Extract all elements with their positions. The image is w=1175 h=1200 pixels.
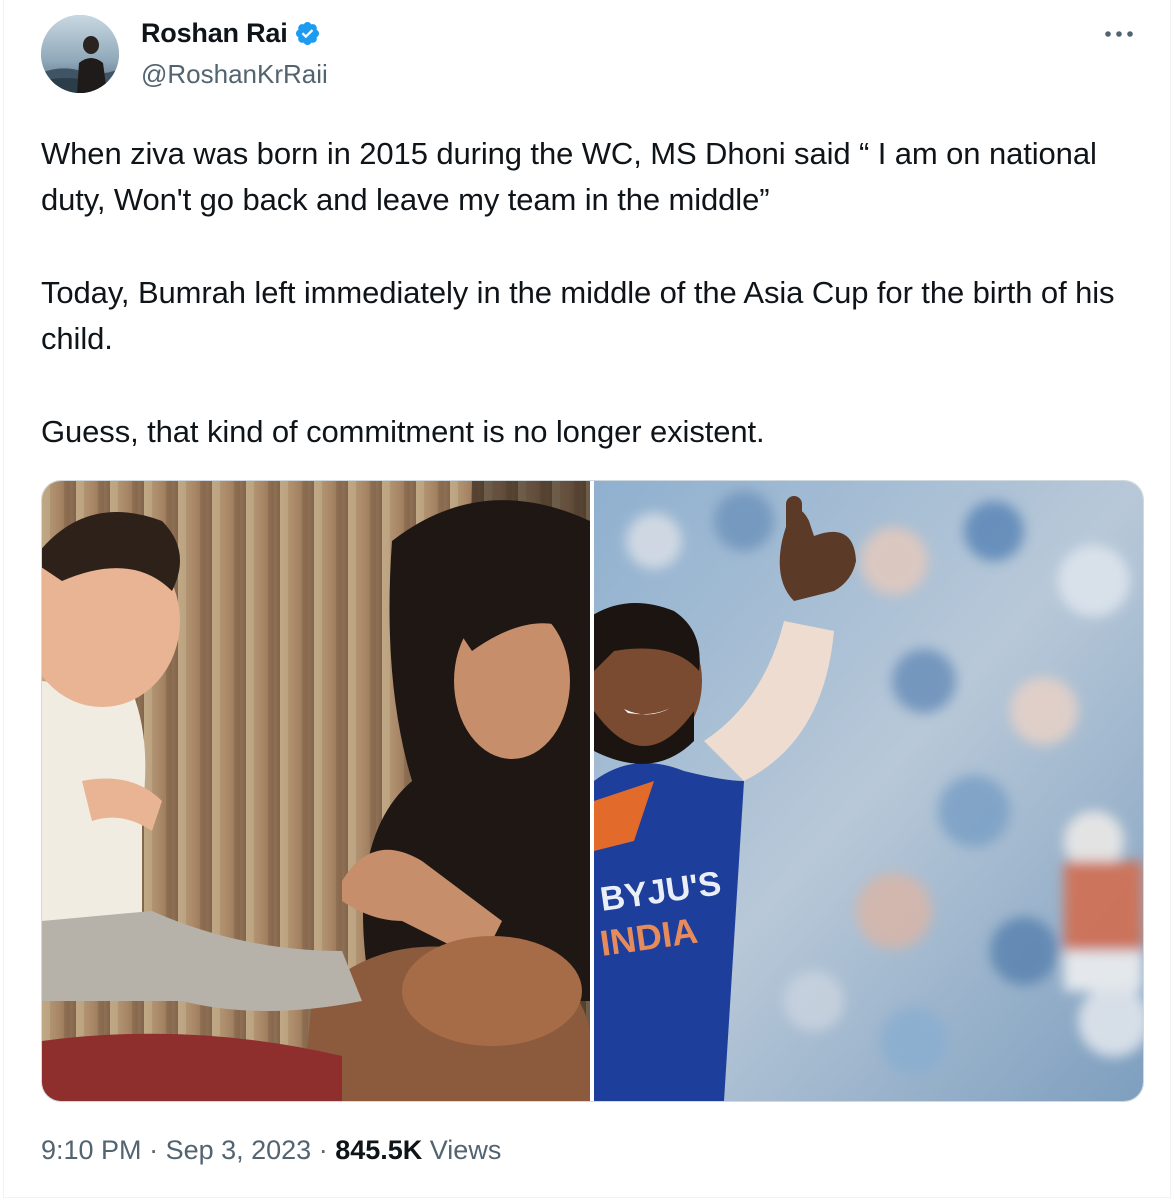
cricketer-thumbs-up-photo[interactable]: BYJU'S INDIA — [594, 481, 1143, 1101]
tweet-card: Roshan Rai @RoshanKrRaii When ziva was b… — [3, 0, 1171, 1198]
more-options-button[interactable] — [1101, 20, 1137, 48]
baby-and-parents-photo[interactable] — [42, 481, 590, 1101]
tweet-paragraph: Today, Bumrah left immediately in the mi… — [41, 275, 1115, 356]
meta-separator: · — [141, 1135, 166, 1165]
author-name-row: Roshan Rai — [141, 18, 321, 49]
tweet-text: When ziva was born in 2015 during the WC… — [41, 131, 1131, 455]
views-label: Views — [422, 1135, 502, 1165]
author-avatar[interactable] — [41, 15, 119, 93]
author-handle[interactable]: @RoshanKrRaii — [141, 59, 328, 90]
meta-separator: · — [311, 1135, 336, 1165]
tweet-meta: 9:10 PM · Sep 3, 2023 · 845.5K Views — [41, 1135, 501, 1166]
tweet-paragraph: When ziva was born in 2015 during the WC… — [41, 136, 1097, 217]
verified-badge-icon[interactable] — [294, 20, 321, 47]
views-count[interactable]: 845.5K — [335, 1135, 422, 1166]
tweet-date[interactable]: Sep 3, 2023 — [166, 1135, 312, 1166]
avatar-image — [41, 15, 119, 93]
more-horizontal-icon — [1105, 31, 1133, 37]
tweet-media: BYJU'S INDIA — [41, 480, 1144, 1102]
author-display-name[interactable]: Roshan Rai — [141, 18, 288, 49]
tweet-paragraph: Guess, that kind of commitment is no lon… — [41, 414, 765, 449]
tweet-time[interactable]: 9:10 PM — [41, 1135, 142, 1166]
